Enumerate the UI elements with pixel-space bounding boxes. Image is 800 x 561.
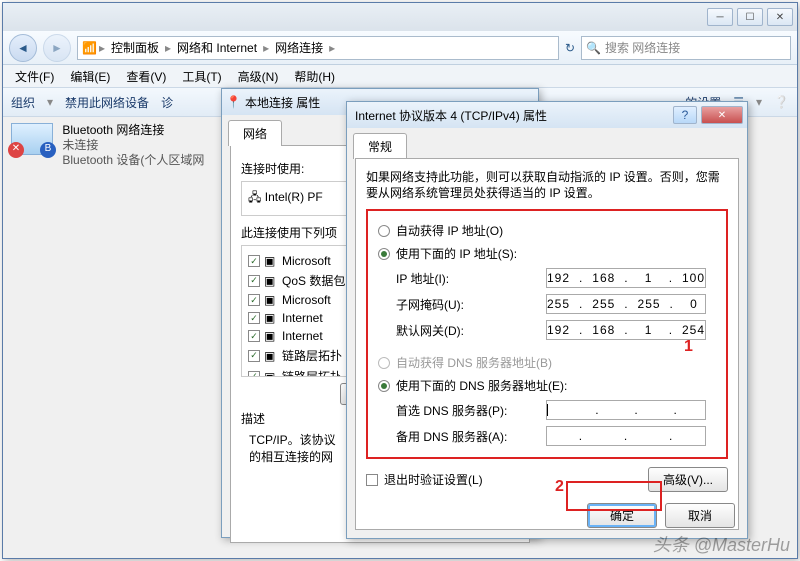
dialog-titlebar[interactable]: Internet 协议版本 4 (TCP/IPv4) 属性 ? ✕: [347, 102, 747, 128]
crumb[interactable]: 控制面板: [107, 39, 163, 56]
adapter-icon: 🖧: [248, 190, 261, 204]
crumb[interactable]: 网络和 Internet: [173, 39, 261, 56]
explorer-titlebar: ─ ☐ ✕: [3, 3, 797, 31]
connection-list: ✕ B Bluetooth 网络连接 未连接 Bluetooth 设备(个人区域…: [11, 123, 211, 168]
breadcrumb[interactable]: 📶 ▸ 控制面板 ▸ 网络和 Internet ▸ 网络连接 ▸: [77, 36, 559, 60]
radio-auto-dns: 自动获得 DNS 服务器地址(B): [378, 351, 716, 374]
protocol-label: Internet: [282, 329, 323, 343]
menu-tools[interactable]: 工具(T): [176, 66, 227, 87]
checkbox-icon[interactable]: ✓: [248, 294, 260, 306]
ip-address-label: IP 地址(I):: [396, 270, 546, 287]
network-icon: 📍: [226, 95, 241, 109]
close-button[interactable]: ✕: [767, 8, 793, 26]
radio-auto-ip[interactable]: 自动获得 IP 地址(O): [378, 219, 716, 242]
protocol-icon: ▣: [264, 274, 278, 288]
protocol-icon: ▣: [264, 254, 278, 268]
cancel-button[interactable]: 取消: [665, 503, 735, 528]
minimize-button[interactable]: ─: [707, 8, 733, 26]
checkbox-icon[interactable]: ✓: [248, 255, 260, 267]
maximize-button[interactable]: ☐: [737, 8, 763, 26]
protocol-icon: ▣: [264, 349, 278, 363]
adapter-name: Intel(R) PF: [265, 190, 323, 204]
tab-general[interactable]: 常规: [353, 133, 407, 159]
menu-edit[interactable]: 编辑(E): [64, 66, 116, 87]
cmd-organize[interactable]: 组织: [11, 94, 35, 111]
protocol-icon: ▣: [264, 293, 278, 307]
crumb[interactable]: 网络连接: [271, 39, 327, 56]
protocol-label: Microsoft: [282, 293, 331, 307]
watermark: 头条 @MasterHu: [653, 531, 790, 557]
advanced-button[interactable]: 高级(V)...: [648, 467, 728, 492]
close-button[interactable]: ✕: [701, 106, 743, 124]
help-button[interactable]: ?: [673, 106, 697, 124]
menu-advanced[interactable]: 高级(N): [232, 66, 285, 87]
cmd-diagnose[interactable]: 诊: [161, 94, 173, 111]
protocol-icon: ▣: [264, 311, 278, 325]
ip-address-input[interactable]: 192.168.1.100: [546, 268, 706, 288]
info-text: 如果网络支持此功能，则可以获取自动指派的 IP 设置。否则，您需要从网络系统管理…: [366, 169, 728, 201]
disconnected-badge-icon: ✕: [8, 142, 24, 158]
protocol-label: Microsoft: [282, 254, 331, 268]
ipv4-properties-dialog: Internet 协议版本 4 (TCP/IPv4) 属性 ? ✕ 常规 如果网…: [346, 101, 748, 539]
radio-use-dns[interactable]: 使用下面的 DNS 服务器地址(E):: [378, 374, 716, 397]
tab-body: 如果网络支持此功能，则可以获取自动指派的 IP 设置。否则，您需要从网络系统管理…: [355, 158, 739, 530]
cmd-disable-device[interactable]: 禁用此网络设备: [65, 94, 149, 111]
protocol-label: QoS 数据包: [282, 272, 345, 289]
bluetooth-badge-icon: B: [40, 142, 56, 158]
bluetooth-connection-icon[interactable]: ✕ B: [11, 123, 53, 155]
checkbox-icon[interactable]: ✓: [248, 350, 260, 362]
search-placeholder: 搜索 网络连接: [605, 39, 680, 56]
search-icon: 🔍: [586, 41, 601, 55]
menu-file[interactable]: 文件(F): [9, 66, 60, 87]
protocol-label: 链路层拓扑: [282, 368, 342, 377]
protocol-icon: ▣: [264, 370, 278, 378]
subnet-mask-label: 子网掩码(U):: [396, 296, 546, 313]
ok-button[interactable]: 确定: [587, 503, 657, 528]
gateway-label: 默认网关(D):: [396, 322, 546, 339]
refresh-icon[interactable]: ↻: [565, 41, 575, 55]
forward-button[interactable]: ►: [43, 34, 71, 62]
protocol-icon: ▣: [264, 329, 278, 343]
back-button[interactable]: ◄: [9, 34, 37, 62]
dns1-input[interactable]: ...: [546, 400, 706, 420]
menu-help[interactable]: 帮助(H): [288, 66, 341, 87]
search-input[interactable]: 🔍 搜索 网络连接: [581, 36, 791, 60]
folder-icon: 📶: [82, 41, 97, 55]
dns2-input[interactable]: ...: [546, 426, 706, 446]
dns1-label: 首选 DNS 服务器(P):: [396, 402, 546, 419]
validate-on-exit-checkbox[interactable]: 退出时验证设置(L): [366, 468, 483, 491]
connection-status: 未连接: [62, 138, 204, 153]
settings-group: 自动获得 IP 地址(O) 使用下面的 IP 地址(S): IP 地址(I): …: [366, 209, 728, 459]
protocol-label: Internet: [282, 311, 323, 325]
dns2-label: 备用 DNS 服务器(A):: [396, 428, 546, 445]
dialog-title: Internet 协议版本 4 (TCP/IPv4) 属性: [351, 107, 673, 124]
tab-network[interactable]: 网络: [228, 120, 282, 146]
connection-name[interactable]: Bluetooth 网络连接: [62, 123, 204, 138]
protocol-label: 链路层拓扑: [282, 347, 342, 364]
menu-view[interactable]: 查看(V): [120, 66, 172, 87]
checkbox-icon[interactable]: ✓: [248, 312, 260, 324]
help-icon[interactable]: ❔: [774, 95, 789, 109]
checkbox-icon[interactable]: ✓: [248, 275, 260, 287]
menu-bar: 文件(F) 编辑(E) 查看(V) 工具(T) 高级(N) 帮助(H): [3, 65, 797, 87]
radio-use-ip[interactable]: 使用下面的 IP 地址(S):: [378, 242, 716, 265]
checkbox-icon[interactable]: ✓: [248, 330, 260, 342]
checkbox-icon[interactable]: ✓: [248, 371, 260, 378]
connection-device: Bluetooth 设备(个人区域网: [62, 153, 204, 168]
gateway-input[interactable]: 192.168.1.254: [546, 320, 706, 340]
subnet-mask-input[interactable]: 255.255.255.0: [546, 294, 706, 314]
nav-bar: ◄ ► 📶 ▸ 控制面板 ▸ 网络和 Internet ▸ 网络连接 ▸ ↻ 🔍…: [3, 31, 797, 65]
